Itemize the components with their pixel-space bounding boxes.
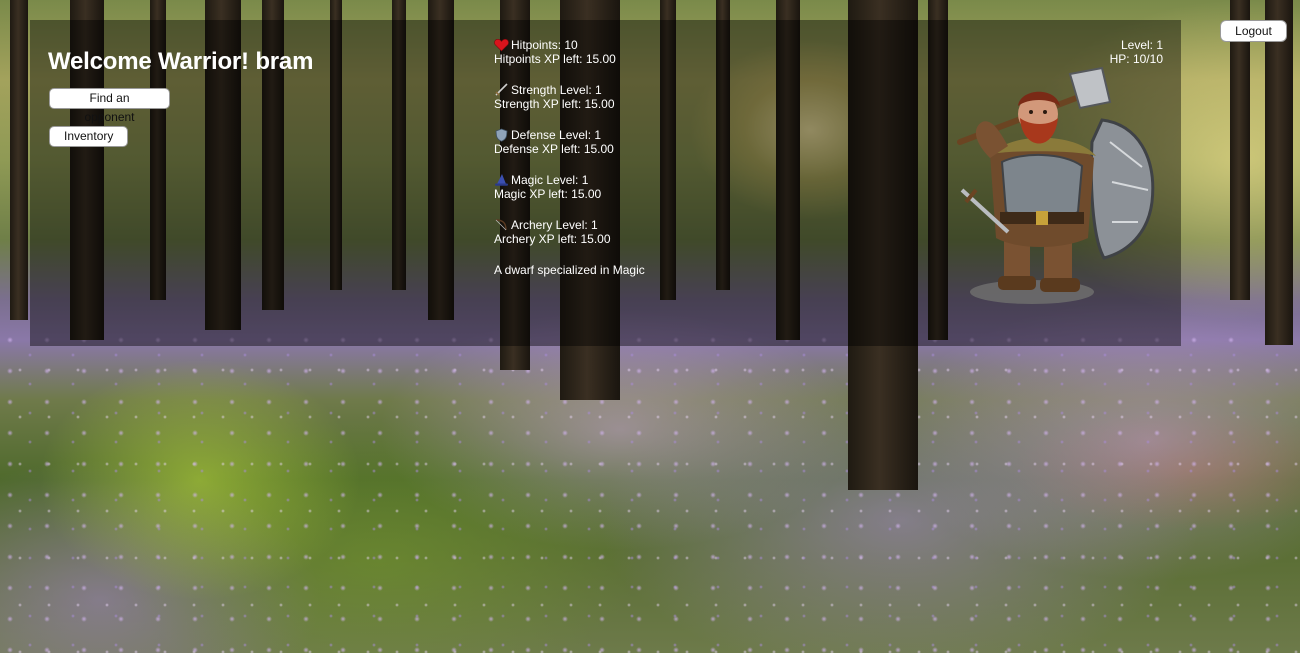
character-description: A dwarf specialized in Magic <box>494 263 645 277</box>
sword-icon <box>494 83 509 97</box>
stat-defense: Defense Level: 1 Defense XP left: 15.00 <box>494 128 714 156</box>
archery-xp-left: Archery XP left: 15.00 <box>494 232 611 246</box>
defense-xp-left: Defense XP left: 15.00 <box>494 142 614 156</box>
strength-label: Strength Level: 1 <box>511 83 602 97</box>
tree-trunk <box>1230 0 1250 300</box>
stat-hitpoints: Hitpoints: 10 Hitpoints XP left: 15.00 <box>494 38 714 66</box>
stat-magic: Magic Level: 1 Magic XP left: 15.00 <box>494 173 714 201</box>
bluebell-flowers <box>0 330 1300 653</box>
archery-label: Archery Level: 1 <box>511 218 598 232</box>
bow-icon <box>494 218 509 232</box>
magic-xp-left: Magic XP left: 15.00 <box>494 187 602 201</box>
level-text: Level: 1 <box>1120 38 1163 52</box>
dwarf-character-image <box>952 62 1162 312</box>
magic-label: Magic Level: 1 <box>511 173 589 187</box>
find-opponent-button[interactable]: Find an opponent <box>49 88 170 124</box>
logout-button[interactable]: Logout <box>1220 20 1287 42</box>
inventory-button[interactable]: Inventory <box>49 126 128 147</box>
wizard-hat-icon <box>494 173 509 187</box>
defense-label: Defense Level: 1 <box>511 128 602 142</box>
tree-trunk <box>1265 0 1293 345</box>
shield-icon <box>494 128 509 142</box>
stat-archery: Archery Level: 1 Archery XP left: 15.00 <box>494 218 714 246</box>
strength-xp-left: Strength XP left: 15.00 <box>494 97 615 111</box>
hitpoints-label: Hitpoints: 10 <box>511 38 578 52</box>
stat-strength: Strength Level: 1 Strength XP left: 15.0… <box>494 83 714 111</box>
heart-icon <box>494 38 509 52</box>
tree-trunk <box>10 0 28 320</box>
welcome-title: Welcome Warrior! bram <box>48 48 314 75</box>
hitpoints-xp-left: Hitpoints XP left: 15.00 <box>494 52 616 66</box>
stats-list: Hitpoints: 10 Hitpoints XP left: 15.00 S… <box>494 38 714 277</box>
